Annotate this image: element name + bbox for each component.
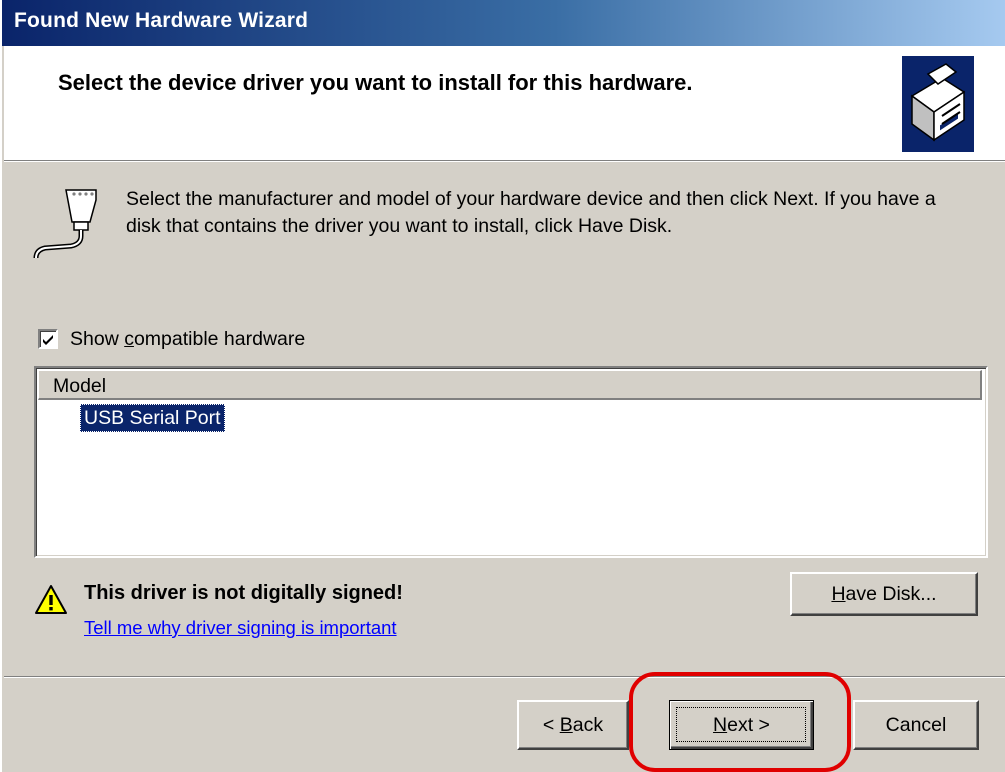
model-list[interactable]: Model USB Serial Port (34, 366, 988, 558)
button-separator (4, 676, 1005, 678)
unsigned-driver-warning: This driver is not digitally signed! (84, 582, 403, 604)
driver-signing-link[interactable]: Tell me why driver signing is important (84, 617, 397, 639)
serial-port-connector-icon (33, 189, 97, 258)
have-disk-button[interactable]: Have Disk... (790, 572, 978, 616)
header-title: Select the device driver you want to ins… (58, 70, 693, 95)
window-title: Found New Hardware Wizard (14, 9, 309, 32)
wizard-header: Select the device driver you want to ins… (4, 46, 1005, 161)
model-column-header-label: Model (53, 375, 107, 397)
back-prefix: < (542, 713, 560, 736)
model-column-header[interactable]: Model (38, 370, 982, 400)
title-bar[interactable]: Found New Hardware Wizard (2, 0, 1005, 46)
checkbox-label-mnemonic: c (124, 327, 134, 350)
checkbox-label: Show compatible hardware (70, 328, 305, 351)
checkbox-label-pre: Show (70, 327, 125, 350)
warning-icon (35, 585, 67, 614)
back-button[interactable]: < Back (517, 700, 629, 750)
checkbox-label-post: ompatible hardware (133, 327, 306, 350)
instructions-text: Select the manufacturer and model of you… (126, 188, 936, 237)
checkmark-icon (43, 335, 53, 345)
back-label: ack (572, 713, 604, 736)
hardware-wizard-icon (902, 56, 974, 152)
model-item-usb-serial-port[interactable]: USB Serial Port (80, 404, 225, 432)
next-button[interactable]: Next > (669, 700, 814, 750)
have-disk-mnemonic: H (831, 582, 846, 605)
cancel-button[interactable]: Cancel (853, 700, 979, 750)
wizard-window: Found New Hardware Wizard Select the dev… (0, 0, 1005, 772)
back-mnemonic: B (559, 713, 573, 736)
checkbox-box[interactable] (38, 329, 58, 349)
show-compatible-hardware-checkbox[interactable]: Show compatible hardware (38, 326, 305, 352)
have-disk-label: ave Disk... (845, 582, 937, 605)
next-focus-rect (676, 707, 806, 742)
